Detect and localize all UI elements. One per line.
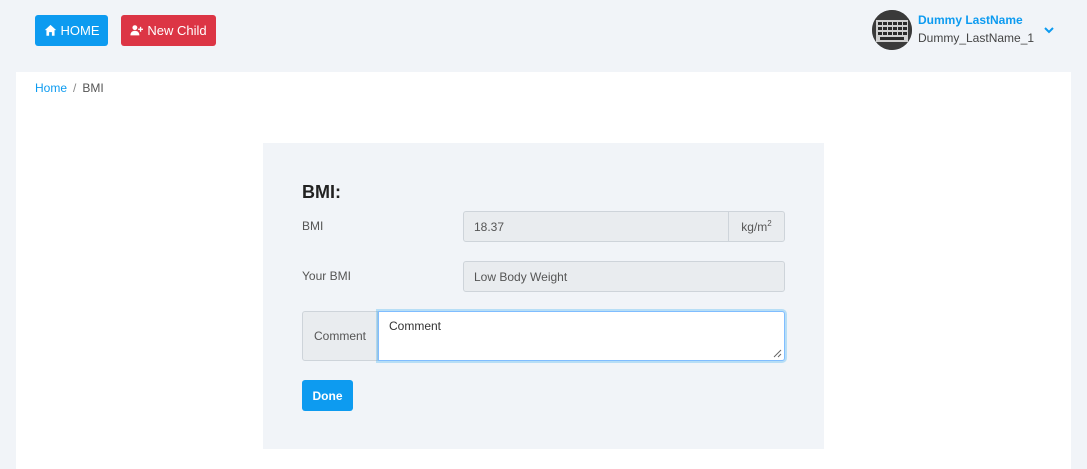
breadcrumb-home-link[interactable]: Home	[35, 81, 67, 95]
done-button-label: Done	[312, 388, 343, 403]
comment-input[interactable]: Comment	[378, 311, 785, 361]
comment-label: Comment	[302, 311, 378, 361]
bmi-card: BMI: BMI 18.37 kg/m 2 Your BMI Low Body W…	[263, 143, 824, 449]
your-bmi-label: Your BMI	[302, 269, 351, 283]
user-name: Dummy LastName	[918, 13, 1023, 27]
content-panel: Home / BMI BMI: BMI 18.37 kg/m 2 Your BMI…	[16, 72, 1071, 469]
done-button[interactable]: Done	[302, 380, 353, 411]
bmi-value-field: 18.37	[463, 211, 729, 242]
user-plus-icon	[130, 25, 144, 36]
your-bmi-field: Low Body Weight	[463, 261, 785, 292]
new-child-button[interactable]: New Child	[121, 15, 216, 46]
chevron-down-icon[interactable]	[1043, 25, 1055, 35]
bmi-unit-base: kg/m	[741, 219, 768, 234]
bmi-label: BMI	[302, 219, 324, 233]
new-child-button-label: New Child	[147, 23, 207, 38]
user-username: Dummy_LastName_1	[918, 31, 1035, 45]
breadcrumb-current: BMI	[82, 81, 104, 95]
home-button-label: HOME	[60, 23, 100, 38]
avatar[interactable]	[872, 10, 912, 50]
bmi-value: 18.37	[474, 219, 505, 234]
breadcrumb: Home / BMI	[35, 81, 104, 95]
bmi-unit: kg/m 2	[728, 211, 785, 242]
your-bmi-value: Low Body Weight	[474, 269, 568, 284]
resize-grip-icon[interactable]	[773, 349, 782, 358]
card-title: BMI:	[302, 182, 341, 202]
home-button[interactable]: HOME	[35, 15, 108, 46]
home-icon	[44, 24, 56, 36]
top-bar: HOME New Child Dummy LastName Dummy_Last…	[0, 0, 1087, 72]
bmi-unit-exponent: 2	[767, 219, 772, 228]
user-menu[interactable]: Dummy LastName Dummy_LastName_1	[872, 10, 1062, 52]
breadcrumb-separator: /	[73, 81, 77, 95]
